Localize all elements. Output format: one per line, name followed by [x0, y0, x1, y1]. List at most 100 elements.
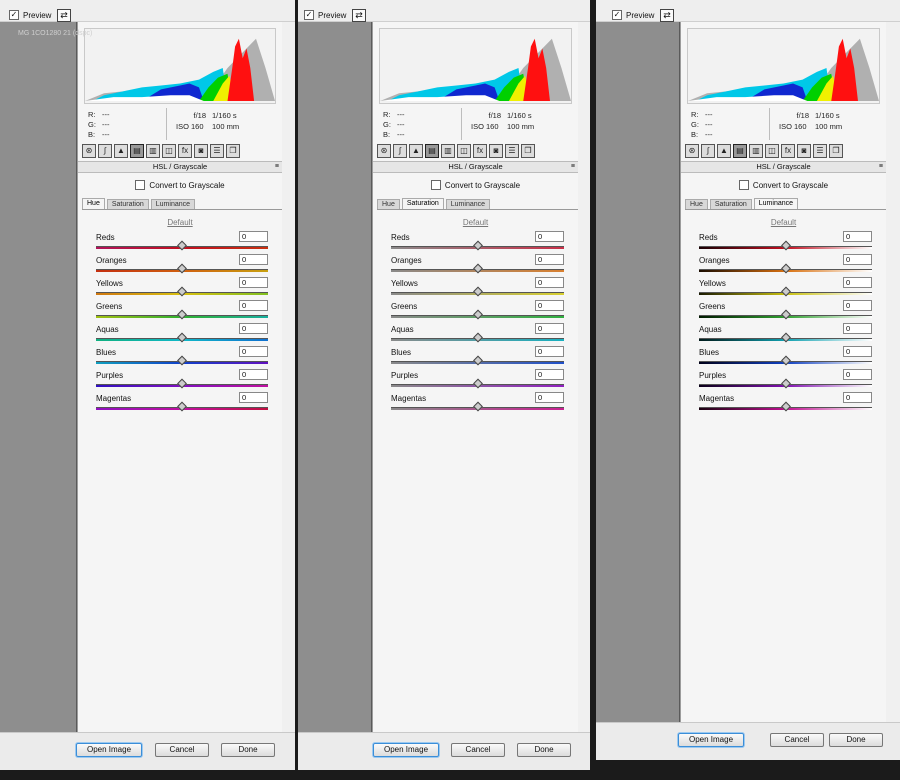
presets-icon[interactable]: ☰ — [813, 144, 827, 158]
slider-value-input[interactable]: 0 — [239, 231, 268, 242]
default-link[interactable]: Default — [373, 218, 578, 227]
slider-magentas: Magentas 0 — [391, 392, 564, 415]
preview-toggle[interactable]: ✓ Preview — [304, 10, 346, 20]
slider-value-input[interactable]: 0 — [843, 277, 872, 288]
lens-icon[interactable]: ◫ — [765, 144, 779, 158]
slider-value-input[interactable]: 0 — [239, 346, 268, 357]
split-toning-icon[interactable]: ▥ — [749, 144, 763, 158]
presets-icon[interactable]: ☰ — [210, 144, 224, 158]
done-button[interactable]: Done — [829, 733, 883, 747]
slider-value-input[interactable]: 0 — [843, 369, 872, 380]
preview-checkbox[interactable]: ✓ — [9, 10, 19, 20]
cancel-button[interactable]: Cancel — [770, 733, 824, 747]
slider-value-input[interactable]: 0 — [535, 346, 564, 357]
split-toning-icon[interactable]: ▥ — [146, 144, 160, 158]
slider-value-input[interactable]: 0 — [843, 254, 872, 265]
hsl-icon[interactable]: ▤ — [130, 144, 144, 158]
cancel-button[interactable]: Cancel — [155, 743, 209, 757]
convert-grayscale-checkbox[interactable] — [135, 180, 146, 190]
fx-icon[interactable]: fx — [473, 144, 487, 158]
basic-icon[interactable]: ⊛ — [685, 144, 699, 158]
tab-luminance[interactable]: Luminance — [150, 199, 196, 209]
convert-grayscale-checkbox[interactable] — [738, 180, 749, 190]
tab-luminance[interactable]: Luminance — [753, 198, 799, 209]
shutter-value: 1/160 s — [212, 111, 237, 120]
tab-saturation[interactable]: Saturation — [709, 199, 752, 209]
slider-value-input[interactable]: 0 — [535, 392, 564, 403]
open-image-button[interactable]: Open Image — [76, 743, 142, 757]
slider-value-input[interactable]: 0 — [843, 392, 872, 403]
open-image-button[interactable]: Open Image — [373, 743, 439, 757]
slider-value-input[interactable]: 0 — [535, 231, 564, 242]
convert-grayscale-checkbox[interactable] — [430, 180, 441, 190]
panel-menu-icon[interactable]: ≡ — [879, 162, 883, 172]
detail-icon[interactable]: ▲ — [114, 144, 128, 158]
fx-icon[interactable]: fx — [781, 144, 795, 158]
slider-value-input[interactable]: 0 — [535, 369, 564, 380]
basic-icon[interactable]: ⊛ — [377, 144, 391, 158]
slider-value-input[interactable]: 0 — [535, 323, 564, 334]
camera-calibration-icon[interactable]: ◙ — [489, 144, 503, 158]
convert-grayscale-option[interactable]: Convert to Grayscale — [681, 180, 886, 190]
toggle-settings-icon[interactable]: ⇄ — [660, 9, 674, 22]
cancel-button[interactable]: Cancel — [451, 743, 505, 757]
slider-value-input[interactable]: 0 — [535, 254, 564, 265]
snapshots-icon[interactable]: ❐ — [829, 144, 843, 158]
toggle-settings-icon[interactable]: ⇄ — [57, 9, 71, 22]
done-button[interactable]: Done — [221, 743, 275, 757]
lens-icon[interactable]: ◫ — [162, 144, 176, 158]
slider-value-input[interactable]: 0 — [535, 300, 564, 311]
iso-value: ISO 160 — [779, 122, 807, 131]
tab-hue[interactable]: Hue — [377, 199, 400, 209]
toggle-settings-icon[interactable]: ⇄ — [352, 9, 366, 22]
default-link[interactable]: Default — [78, 218, 282, 227]
convert-grayscale-option[interactable]: Convert to Grayscale — [373, 180, 578, 190]
tone-curve-icon[interactable]: ∫ — [98, 144, 112, 158]
default-link[interactable]: Default — [681, 218, 886, 227]
detail-icon[interactable]: ▲ — [409, 144, 423, 158]
slider-value-input[interactable]: 0 — [535, 277, 564, 288]
panel-menu-icon[interactable]: ≡ — [275, 162, 279, 172]
preview-toggle[interactable]: ✓ Preview — [9, 10, 51, 20]
slider-value-input[interactable]: 0 — [239, 277, 268, 288]
convert-grayscale-option[interactable]: Convert to Grayscale — [78, 180, 282, 190]
tone-curve-icon[interactable]: ∫ — [393, 144, 407, 158]
fx-icon[interactable]: fx — [178, 144, 192, 158]
slider-value-input[interactable]: 0 — [843, 231, 872, 242]
tab-saturation[interactable]: Saturation — [401, 198, 444, 209]
focal-length-value: 100 mm — [212, 122, 240, 131]
tone-curve-icon[interactable]: ∫ — [701, 144, 715, 158]
slider-value-input[interactable]: 0 — [843, 300, 872, 311]
slider-value-input[interactable]: 0 — [239, 323, 268, 334]
hsl-icon[interactable]: ▤ — [425, 144, 439, 158]
slider-value-input[interactable]: 0 — [239, 300, 268, 311]
slider-value-input[interactable]: 0 — [239, 392, 268, 403]
tab-luminance[interactable]: Luminance — [445, 199, 491, 209]
panel-menu-icon[interactable]: ≡ — [571, 162, 575, 172]
slider-reds: Reds 0 — [391, 231, 564, 254]
slider-value-input[interactable]: 0 — [843, 346, 872, 357]
tab-saturation[interactable]: Saturation — [106, 199, 149, 209]
lens-icon[interactable]: ◫ — [457, 144, 471, 158]
preview-toggle[interactable]: ✓ Preview — [612, 10, 654, 20]
open-image-button[interactable]: Open Image — [678, 733, 744, 747]
presets-icon[interactable]: ☰ — [505, 144, 519, 158]
camera-calibration-icon[interactable]: ◙ — [194, 144, 208, 158]
tab-hue[interactable]: Hue — [685, 199, 708, 209]
hsl-icon[interactable]: ▤ — [733, 144, 747, 158]
detail-icon[interactable]: ▲ — [717, 144, 731, 158]
slider-value-input[interactable]: 0 — [239, 254, 268, 265]
camera-row: ISO 160 100 mm — [471, 121, 537, 132]
snapshots-icon[interactable]: ❐ — [521, 144, 535, 158]
tab-hue[interactable]: Hue — [82, 198, 105, 209]
split-toning-icon[interactable]: ▥ — [441, 144, 455, 158]
preview-checkbox[interactable]: ✓ — [304, 10, 314, 20]
preview-checkbox[interactable]: ✓ — [612, 10, 622, 20]
camera-calibration-icon[interactable]: ◙ — [797, 144, 811, 158]
slider-oranges: Oranges 0 — [699, 254, 872, 277]
basic-icon[interactable]: ⊛ — [82, 144, 96, 158]
slider-value-input[interactable]: 0 — [239, 369, 268, 380]
snapshots-icon[interactable]: ❐ — [226, 144, 240, 158]
done-button[interactable]: Done — [517, 743, 571, 757]
slider-value-input[interactable]: 0 — [843, 323, 872, 334]
